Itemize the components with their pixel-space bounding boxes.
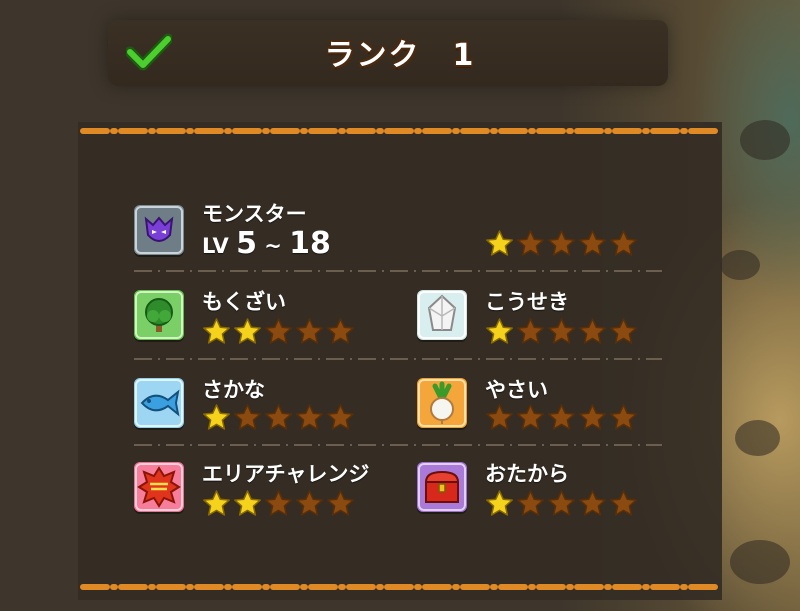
map-rock (740, 120, 790, 160)
star-filled-icon (203, 490, 230, 516)
wood-star-rating (202, 318, 355, 344)
star-empty-icon (265, 318, 292, 344)
star-empty-icon (579, 490, 606, 516)
ore-star-rating (485, 318, 638, 344)
vegetable-label: やさい (485, 378, 548, 402)
treasure-label: おたから (485, 462, 569, 486)
star-empty-icon (296, 318, 323, 344)
fish-icon (134, 378, 184, 428)
star-empty-icon (548, 230, 575, 256)
monster-star-rating (485, 230, 638, 256)
ore-label: こうせき (485, 290, 569, 314)
star-empty-icon (579, 230, 606, 256)
star-empty-icon (548, 318, 575, 344)
star-empty-icon (548, 404, 575, 430)
monster-level-range: LV 5 ~ 18 (202, 226, 331, 261)
star-empty-icon (327, 490, 354, 516)
rank-title: ランク 1 (324, 38, 476, 73)
challenge-icon (134, 462, 184, 512)
star-empty-icon (517, 490, 544, 516)
star-filled-icon (486, 230, 513, 256)
star-filled-icon (203, 318, 230, 344)
monster-icon (134, 205, 184, 255)
lv-max: 18 (289, 226, 331, 261)
star-empty-icon (579, 318, 606, 344)
vegetable-star-rating (485, 404, 638, 430)
fish-label: さかな (202, 378, 265, 402)
star-empty-icon (296, 490, 323, 516)
star-filled-icon (486, 490, 513, 516)
crystal-icon (417, 290, 467, 340)
star-empty-icon (610, 404, 637, 430)
map-rock (730, 540, 790, 584)
star-empty-icon (265, 490, 292, 516)
turnip-icon (417, 378, 467, 428)
row-divider (134, 358, 662, 360)
star-empty-icon (517, 318, 544, 344)
panel-top-border (80, 128, 720, 134)
star-empty-icon (296, 404, 323, 430)
lv-separator: ~ (264, 234, 282, 258)
lv-min: 5 (236, 226, 257, 261)
star-empty-icon (610, 490, 637, 516)
star-empty-icon (548, 490, 575, 516)
panel-bottom-border (80, 584, 720, 590)
star-empty-icon (234, 404, 261, 430)
star-empty-icon (327, 318, 354, 344)
wood-label: もくざい (202, 290, 286, 314)
monster-label: モンスター (202, 202, 307, 226)
star-empty-icon (610, 230, 637, 256)
star-filled-icon (203, 404, 230, 430)
tree-icon (134, 290, 184, 340)
lv-prefix: LV (202, 234, 229, 258)
star-empty-icon (517, 230, 544, 256)
row-divider (134, 270, 662, 272)
challenge-star-rating (202, 490, 355, 516)
star-empty-icon (486, 404, 513, 430)
star-empty-icon (579, 404, 606, 430)
star-empty-icon (327, 404, 354, 430)
map-rock (735, 420, 780, 456)
star-empty-icon (517, 404, 544, 430)
challenge-label: エリアチャレンジ (202, 462, 370, 486)
star-filled-icon (234, 318, 261, 344)
row-divider (134, 444, 662, 446)
treasure-star-rating (485, 490, 638, 516)
treasure-chest-icon (417, 462, 467, 512)
star-filled-icon (486, 318, 513, 344)
rank-info-panel (78, 122, 722, 600)
map-rock (720, 250, 760, 280)
fish-star-rating (202, 404, 355, 430)
star-empty-icon (265, 404, 292, 430)
star-empty-icon (610, 318, 637, 344)
star-filled-icon (234, 490, 261, 516)
